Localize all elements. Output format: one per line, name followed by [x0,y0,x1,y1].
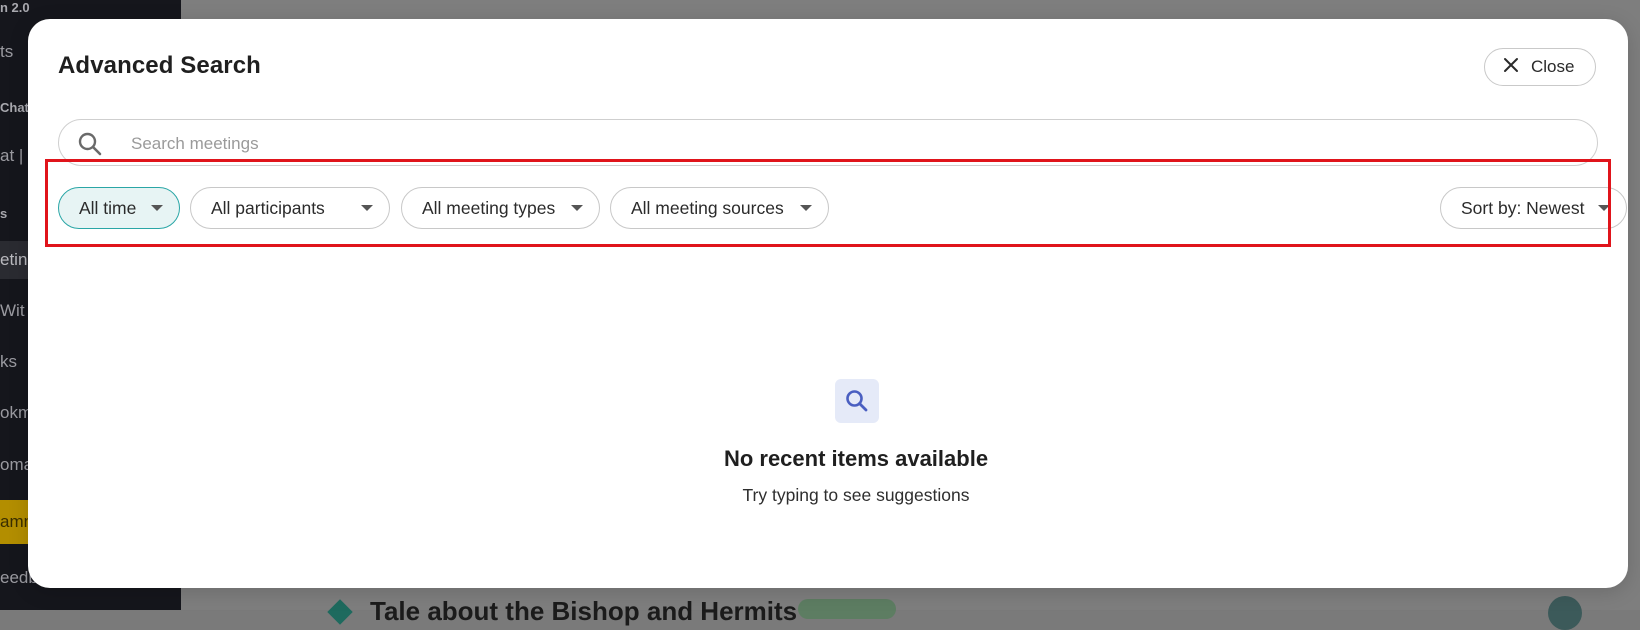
sidebar-item: at | [0,146,24,165]
filter-meeting-types-dropdown[interactable]: All meeting types [401,187,600,229]
filter-meeting-types-label: All meeting types [422,197,556,218]
filter-meeting-sources-label: All meeting sources [631,197,784,218]
caret-down-icon [800,205,812,211]
caret-down-icon [151,205,163,211]
sort-dropdown[interactable]: Sort by: Newest [1440,187,1627,229]
avatar [1548,596,1582,630]
sidebar-item: s [0,206,8,221]
filter-participants-label: All participants [211,197,325,218]
background-meeting-title: Tale about the Bishop and Hermits [370,596,798,626]
close-icon [1503,57,1519,78]
sidebar-item: ts [0,42,14,61]
empty-state-subtitle: Try typing to see suggestions [742,485,970,505]
empty-state-search-icon [835,379,879,423]
filter-bar: All time All participants All meeting ty… [58,187,1627,231]
empty-state-title: No recent items available [723,446,989,471]
modal-title: Advanced Search [58,52,261,79]
sidebar-item: Wit [0,301,25,320]
close-button[interactable]: Close [1484,48,1596,86]
sort-label: Sort by: Newest [1461,197,1585,218]
filter-participants-dropdown[interactable]: All participants [190,187,390,229]
sidebar-item: ks [0,352,17,371]
caret-down-icon [571,205,583,211]
filter-meeting-sources-dropdown[interactable]: All meeting sources [610,187,829,229]
close-button-label: Close [1531,57,1575,76]
search-bar [58,119,1598,166]
background-status-badge [798,599,896,619]
filter-time-dropdown[interactable]: All time [58,187,180,229]
search-icon [77,131,103,162]
caret-down-icon [1598,205,1610,211]
search-input[interactable] [129,128,1573,160]
sidebar-item: Chat [0,100,29,115]
advanced-search-modal: Advanced Search Close All time All parti… [28,19,1628,588]
sidebar-item: n 2.0 [0,0,30,15]
filter-time-label: All time [79,197,137,218]
caret-down-icon [361,205,373,211]
sidebar-item: amn [0,500,33,544]
